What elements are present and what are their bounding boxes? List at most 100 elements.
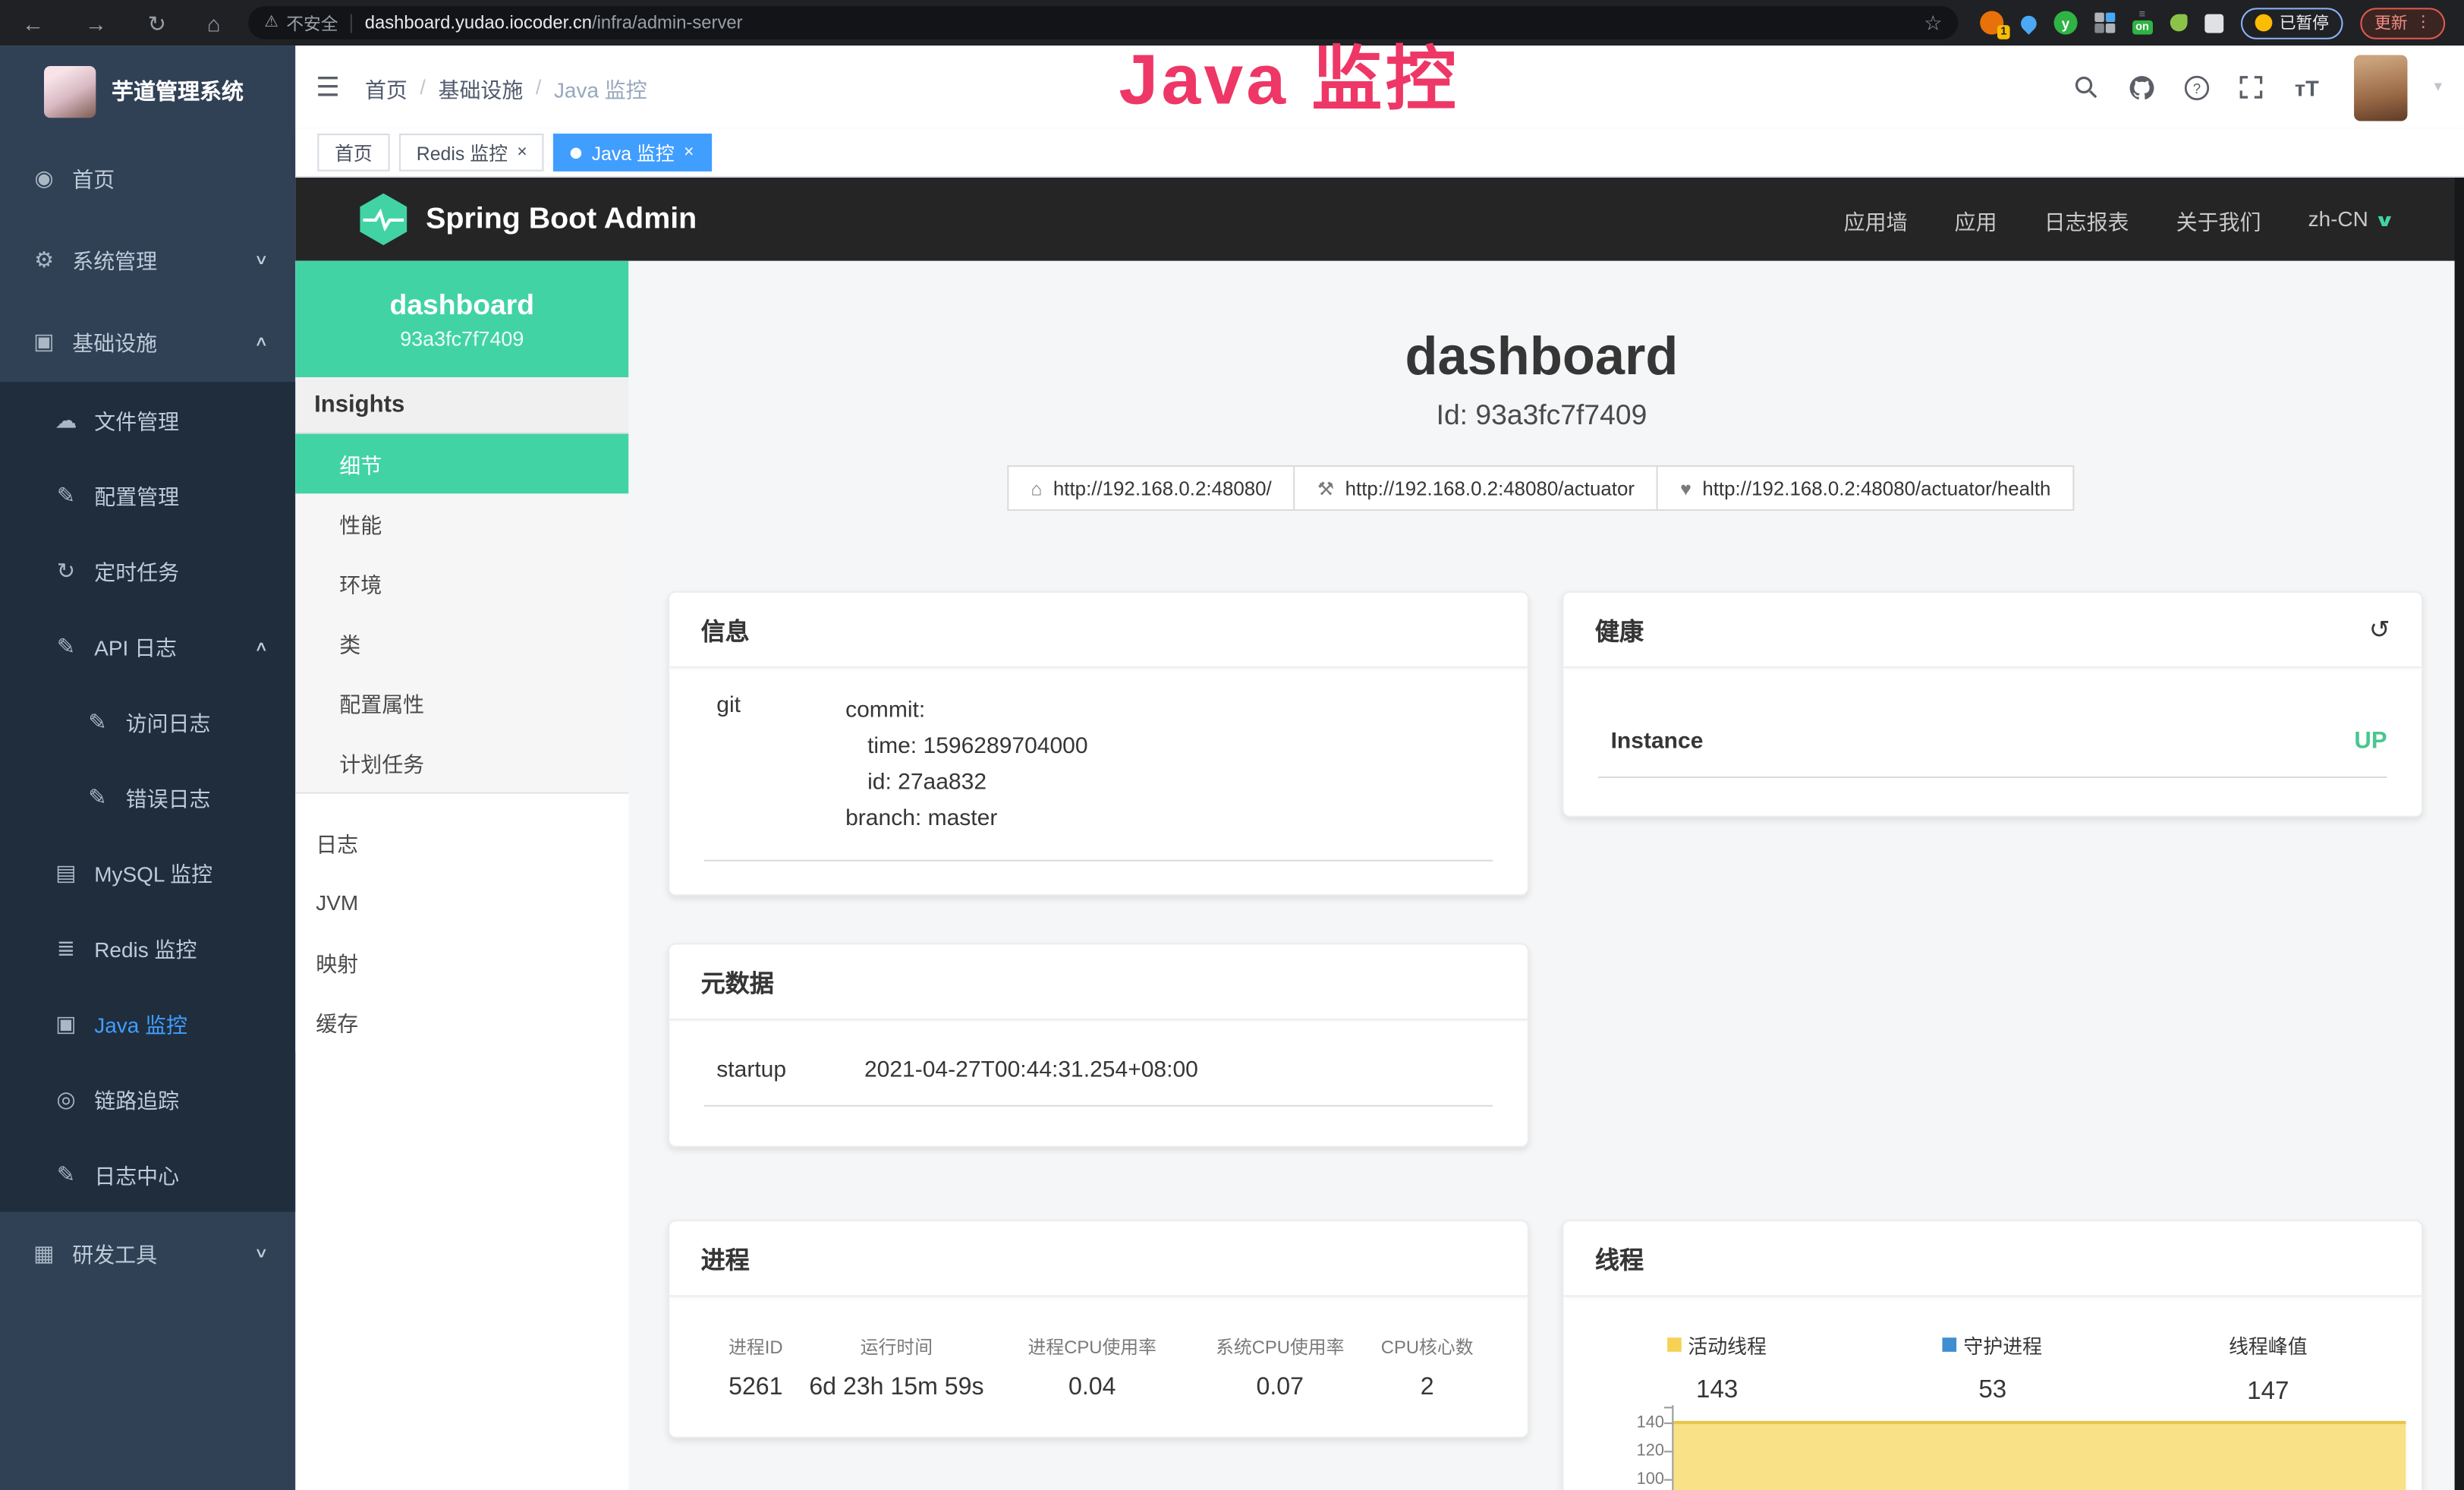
refresh-icon[interactable]: ↻ xyxy=(148,12,166,34)
blue-swatch xyxy=(1943,1337,1958,1352)
process-headers: 进程ID 运行时间 进程CPU使用率 系统CPU使用率 CPU核心数 xyxy=(669,1334,1528,1359)
app-sidebar: 芋道管理系统 ◉ 首页 ⚙ 系统管理 ∨ ▣ 基础设施 ∧ ☁ 文件管理 ✎ 配… xyxy=(0,46,295,1490)
row-divider xyxy=(1598,777,2387,778)
sba-menu-mappings[interactable]: 映射 xyxy=(295,932,628,992)
extensions-puzzle-icon[interactable] xyxy=(2204,14,2223,33)
sidebar-item-redis-monitor[interactable]: ≣ Redis 监控 xyxy=(0,910,295,985)
sidebar-item-infra[interactable]: ▣ 基础设施 ∧ xyxy=(0,301,295,383)
sidebar-item-error-logs[interactable]: ✎ 错误日志 xyxy=(0,759,295,834)
extension-onetab-icon[interactable]: ≡on xyxy=(2132,11,2152,34)
sba-menu-details[interactable]: 细节 xyxy=(295,434,628,494)
sidebar-item-tracing[interactable]: ◎ 链路追踪 xyxy=(0,1061,295,1136)
active-dot xyxy=(571,147,582,158)
forward-icon[interactable]: → xyxy=(85,12,107,34)
sba-menu-caches[interactable]: 缓存 xyxy=(295,992,628,1052)
sidebar-item-java-monitor[interactable]: ▣ Java 监控 xyxy=(0,985,295,1060)
breadcrumb-current: Java 监控 xyxy=(554,71,647,102)
extension-drop-icon[interactable] xyxy=(2018,11,2040,33)
database-icon: ▤ xyxy=(53,859,78,886)
url-host: dashboard.yudao.iocoder.cn xyxy=(365,14,592,33)
github-icon[interactable] xyxy=(2128,73,2156,101)
info-card: 信息 git commit: time: 1596289704000 id: 2… xyxy=(668,591,1529,896)
sidebar-item-dev-tools[interactable]: ▦ 研发工具 ∨ xyxy=(0,1212,295,1294)
address-bar[interactable]: ⚠ 不安全 dashboard.yudao.iocoder.cn /infra/… xyxy=(249,6,1958,39)
info-card-title: 信息 xyxy=(669,593,1528,668)
not-secure-warning-icon: ⚠ xyxy=(264,14,278,32)
sba-menu-jvm[interactable]: JVM xyxy=(295,872,628,932)
extension-orange-icon[interactable]: 1 xyxy=(1980,11,2003,34)
profile-paused-badge[interactable]: 已暂停 xyxy=(2240,7,2343,38)
close-icon[interactable]: × xyxy=(684,143,694,161)
health-card-header: 健康 ↺ xyxy=(1563,593,2422,668)
header-actions: ? ᴛT ▾ xyxy=(2072,54,2442,120)
sidebar-item-scheduled-jobs[interactable]: ↻ 定时任务 xyxy=(0,533,295,608)
breadcrumb-home[interactable]: 首页 xyxy=(365,71,408,102)
metadata-card-title: 元数据 xyxy=(669,945,1528,1020)
sba-menu-beans[interactable]: 类 xyxy=(295,613,628,673)
sidebar-item-mysql-monitor[interactable]: ▤ MySQL 监控 xyxy=(0,835,295,910)
sba-menu-loggers[interactable]: 日志 xyxy=(295,813,628,873)
extension-leaf-icon[interactable] xyxy=(2170,14,2187,32)
sidebar-item-access-logs[interactable]: ✎ 访问日志 xyxy=(0,684,295,759)
sba-menu-scheduled-tasks[interactable]: 计划任务 xyxy=(295,732,628,792)
sba-instance-id: 93a3fc7f7409 xyxy=(400,326,524,350)
actuator-url-button[interactable]: ⚒ http://192.168.0.2:48080/actuator xyxy=(1294,465,1658,511)
daemon-threads-value: 53 xyxy=(1855,1377,2130,1405)
url-path: /infra/admin-server xyxy=(592,14,743,33)
service-url-button[interactable]: ⌂ http://192.168.0.2:48080/ xyxy=(1007,465,1295,511)
url-divider xyxy=(351,14,352,33)
axis-tick xyxy=(1664,1422,1672,1424)
sba-insights-group: 细节 性能 环境 类 配置属性 计划任务 xyxy=(295,434,628,794)
breadcrumb-infra[interactable]: 基础设施 xyxy=(438,71,523,102)
tab-java-monitor[interactable]: Java 监控 × xyxy=(554,134,711,172)
home-icon[interactable]: ⌂ xyxy=(207,12,221,34)
sba-nav-language[interactable]: zh-CN∨ xyxy=(2308,207,2392,231)
edit-icon: ✎ xyxy=(53,482,78,509)
sba-instance-block[interactable]: dashboard 93a3fc7f7409 xyxy=(295,261,628,377)
sba-nav-wallboard[interactable]: 应用墙 xyxy=(1844,203,1908,235)
hamburger-icon[interactable]: ☰ xyxy=(316,71,340,102)
history-icon[interactable]: ↺ xyxy=(2369,614,2390,645)
sba-nav-about[interactable]: 关于我们 xyxy=(2176,203,2261,235)
extension-grid-icon[interactable] xyxy=(2094,13,2115,33)
sba-root-group: 日志 JVM 映射 缓存 xyxy=(295,794,628,1052)
fullscreen-icon[interactable] xyxy=(2238,73,2266,101)
app-title: 芋道管理系统 xyxy=(112,75,244,106)
close-icon[interactable]: × xyxy=(517,143,527,161)
sidebar-item-config-manage[interactable]: ✎ 配置管理 xyxy=(0,458,295,533)
layers-icon: ≣ xyxy=(53,934,78,961)
help-icon[interactable]: ? xyxy=(2182,73,2211,101)
breadcrumb-separator: / xyxy=(420,75,426,99)
font-size-icon[interactable]: ᴛT xyxy=(2292,73,2321,101)
extension-green-icon[interactable]: y xyxy=(2053,11,2077,34)
sba-nav-applications[interactable]: 应用 xyxy=(1955,203,1997,235)
screenshot-annotation: Java 监控 xyxy=(1119,22,1459,124)
sidebar-item-file-manage[interactable]: ☁ 文件管理 xyxy=(0,382,295,457)
cloud-icon: ☁ xyxy=(53,406,78,433)
metadata-key: startup xyxy=(704,1058,864,1083)
sidebar-item-home[interactable]: ◉ 首页 xyxy=(0,137,295,219)
search-icon[interactable] xyxy=(2072,73,2101,101)
sba-menu-environment[interactable]: 环境 xyxy=(295,553,628,613)
legend-peak-threads: 线程峰值 147 xyxy=(2130,1330,2406,1407)
sba-menu-config-props[interactable]: 配置属性 xyxy=(295,673,628,732)
browser-menu-icon[interactable]: ⋮ xyxy=(2415,14,2431,32)
system-cpu: 0.07 xyxy=(1194,1374,1366,1402)
sidebar-item-api-logs[interactable]: ✎ API 日志 ∧ xyxy=(0,608,295,683)
health-url-button[interactable]: ♥ http://192.168.0.2:48080/actuator/heal… xyxy=(1657,465,2075,511)
sidebar-item-log-center[interactable]: ✎ 日志中心 xyxy=(0,1136,295,1211)
chrome-update-button[interactable]: 更新 ⋮ xyxy=(2360,7,2445,38)
back-icon[interactable]: ← xyxy=(22,12,44,34)
screen: ← → ↻ ⌂ ⚠ 不安全 dashboard.yudao.iocoder.cn… xyxy=(0,0,2464,1490)
metadata-card: 元数据 startup 2021-04-27T00:44:31.254+08:0… xyxy=(668,943,1529,1147)
tab-home[interactable]: 首页 xyxy=(317,134,389,172)
sba-menu-metrics[interactable]: 性能 xyxy=(295,493,628,553)
content-scrollbar[interactable] xyxy=(2455,178,2464,1490)
process-card-title: 进程 xyxy=(669,1221,1528,1296)
avatar-caret-icon[interactable]: ▾ xyxy=(2434,79,2442,96)
user-avatar[interactable] xyxy=(2354,54,2407,120)
tab-redis-monitor[interactable]: Redis 监控 × xyxy=(399,134,544,172)
bookmark-star-icon[interactable]: ☆ xyxy=(1924,10,1942,35)
sidebar-item-system[interactable]: ⚙ 系统管理 ∨ xyxy=(0,219,295,301)
sba-nav-journal[interactable]: 日志报表 xyxy=(2044,203,2129,235)
